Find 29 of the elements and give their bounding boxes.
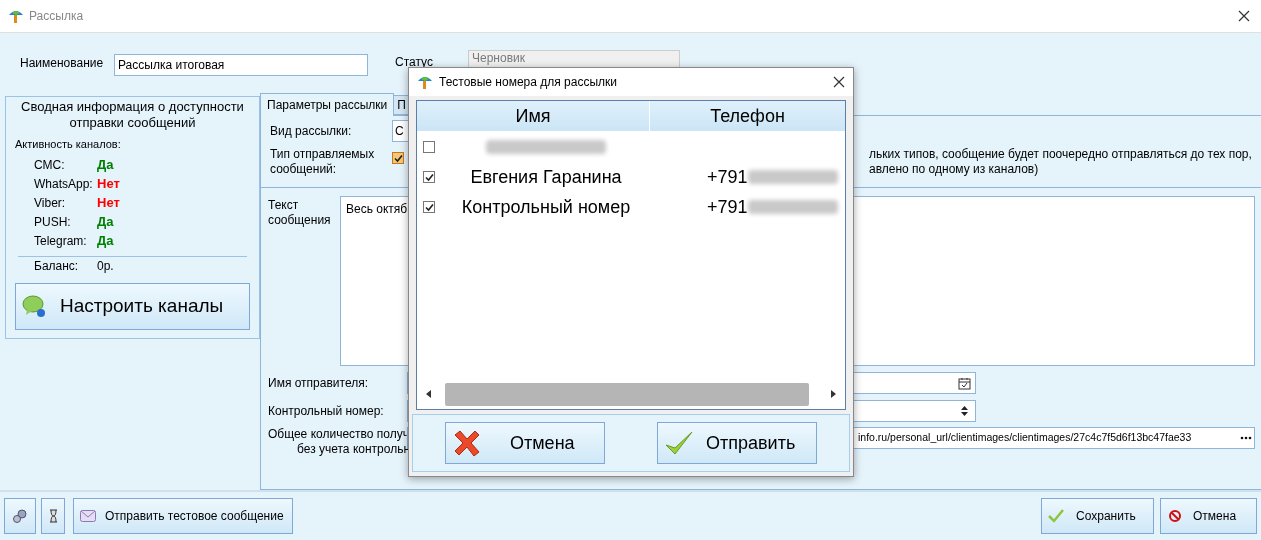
hint-text: льких типов, сообщение будет поочередно отправляться до тех пор, авлено по одному из каналов) [869, 147, 1252, 177]
field-label: Вид рассылки: [270, 123, 353, 140]
channel-label: Viber: [33, 195, 67, 212]
channel-status: Да [97, 156, 114, 175]
window-title: Рассылка [29, 8, 84, 25]
panel-title: Сводная информация о доступности отправки сообщений [20, 99, 245, 131]
field-label: Текст сообщения [268, 198, 332, 229]
channel-status: Да [97, 213, 114, 232]
balance-value: 0р. [97, 258, 114, 275]
field-label: Имя отправителя: [268, 375, 369, 392]
url-text: info.ru/personal_url/clientimages/clientimages/27c4c7f5d6f13bc47fae33 [858, 430, 1192, 446]
contact-name: Контрольный номер [461, 195, 631, 219]
field-label: Наименование [20, 55, 105, 72]
channel-label: Telegram: [33, 233, 88, 250]
channel-status: Да [97, 232, 114, 251]
field-label: Тип отправляемых сообщений: [270, 147, 376, 177]
channel-status: Нет [97, 175, 120, 194]
field-label: Контрольный номер: [268, 403, 385, 420]
balance-label: Баланс: [33, 258, 80, 275]
channel-status: Нет [97, 194, 120, 213]
channel-label: PUSH: [33, 214, 72, 231]
phone-number: +791 [707, 165, 748, 189]
channel-label: СМС: [33, 157, 66, 174]
field-label: Статус [395, 54, 434, 71]
section-label: Активность каналов: [14, 137, 122, 152]
contact-name: Евгения Гаранина [470, 165, 622, 189]
dialog-title: Тестовые номера для рассылки [439, 74, 618, 91]
channel-label: WhatsApp: [33, 176, 94, 193]
phone-number: +791 [707, 195, 748, 219]
